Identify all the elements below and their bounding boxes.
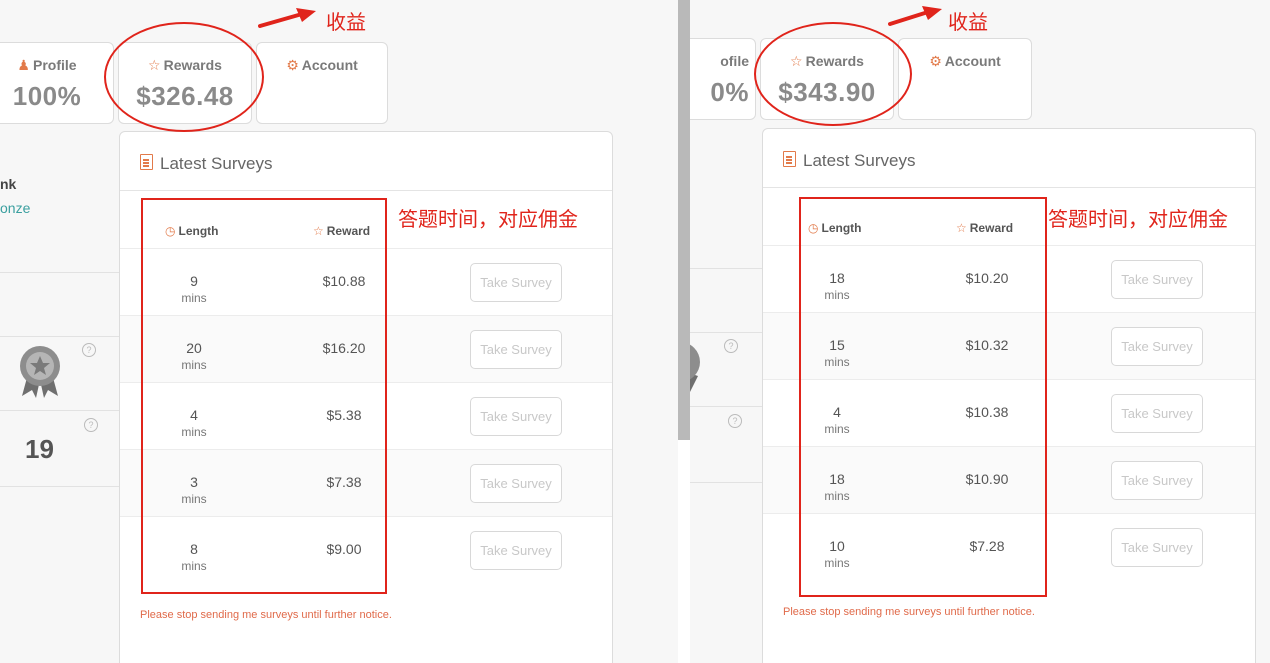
take-survey-button[interactable]: Take Survey — [1111, 528, 1203, 567]
take-survey-button[interactable]: Take Survey — [1111, 394, 1203, 433]
question-icon[interactable]: ? — [728, 414, 742, 428]
take-survey-button[interactable]: Take Survey — [470, 263, 562, 302]
red-arrow — [258, 8, 316, 28]
sidebar-divider — [690, 406, 764, 407]
take-survey-button[interactable]: Take Survey — [1111, 260, 1203, 299]
sidebar-divider — [0, 410, 120, 411]
right-screenshot: ofile 0% ☆ Rewards $343.90 ⚙ Account ? ? L… — [690, 0, 1270, 663]
document-icon — [783, 151, 796, 167]
sidebar-divider — [0, 336, 120, 337]
profile-tab[interactable]: ofile 0% — [690, 38, 756, 120]
profile-tab-value: 100% — [12, 81, 82, 111]
profile-tab-label: ofile — [720, 53, 749, 69]
sidebar-divider — [0, 272, 120, 273]
take-survey-button[interactable]: Take Survey — [470, 464, 562, 503]
sidebar-divider — [690, 332, 764, 333]
document-icon — [140, 154, 153, 170]
left-screenshot: ♟ Profile 100% ☆ Rewards $326.48 ⚙ Account … — [0, 0, 678, 663]
question-icon[interactable]: ? — [82, 343, 96, 357]
length-reward-highlight-box — [799, 197, 1047, 597]
account-tab-label: Account — [301, 57, 358, 73]
panel-title: Latest Surveys — [160, 154, 273, 173]
stop-surveys-link[interactable]: Please stop sending me surveys until fur… — [783, 606, 1035, 618]
take-survey-button[interactable]: Take Survey — [470, 397, 562, 436]
earnings-annotation: 收益 — [326, 10, 366, 34]
time-commission-annotation: 答题时间，对应佣金 — [398, 207, 578, 231]
sidebar-level-link[interactable]: onze — [0, 200, 30, 216]
sidebar-divider — [690, 482, 764, 483]
profile-tab-label: Profile — [32, 57, 77, 73]
take-survey-button[interactable]: Take Survey — [470, 531, 562, 570]
profile-tab[interactable]: ♟ Profile 100% — [0, 42, 114, 124]
badge-icon — [20, 346, 60, 398]
sidebar-divider — [0, 486, 120, 487]
gear-icon: ⚙ — [286, 57, 299, 73]
account-tab[interactable]: ⚙ Account — [256, 42, 388, 124]
gear-icon: ⚙ — [929, 53, 942, 69]
sidebar-divider — [690, 268, 764, 269]
badge-icon — [690, 344, 700, 392]
rewards-highlight-circle — [104, 22, 264, 132]
take-survey-button[interactable]: Take Survey — [470, 330, 562, 369]
take-survey-button[interactable]: Take Survey — [1111, 461, 1203, 500]
scrollbar-thumb[interactable] — [678, 0, 690, 440]
time-commission-annotation: 答题时间，对应佣金 — [1048, 207, 1228, 231]
red-arrow — [888, 6, 942, 26]
sidebar-count: 19 — [25, 434, 54, 464]
profile-tab-value: 0% — [710, 77, 749, 107]
take-survey-button[interactable]: Take Survey — [1111, 327, 1203, 366]
length-reward-highlight-box — [141, 198, 387, 594]
question-icon[interactable]: ? — [84, 418, 98, 432]
stop-surveys-link[interactable]: Please stop sending me surveys until fur… — [140, 609, 392, 621]
account-tab[interactable]: ⚙ Account — [898, 38, 1032, 120]
account-tab-label: Account — [944, 53, 1001, 69]
sidebar-name: nk — [0, 176, 17, 192]
question-icon[interactable]: ? — [724, 339, 738, 353]
rewards-highlight-circle — [754, 22, 912, 126]
earnings-annotation: 收益 — [948, 10, 988, 34]
panel-title: Latest Surveys — [803, 151, 916, 170]
user-icon: ♟ — [17, 57, 30, 73]
